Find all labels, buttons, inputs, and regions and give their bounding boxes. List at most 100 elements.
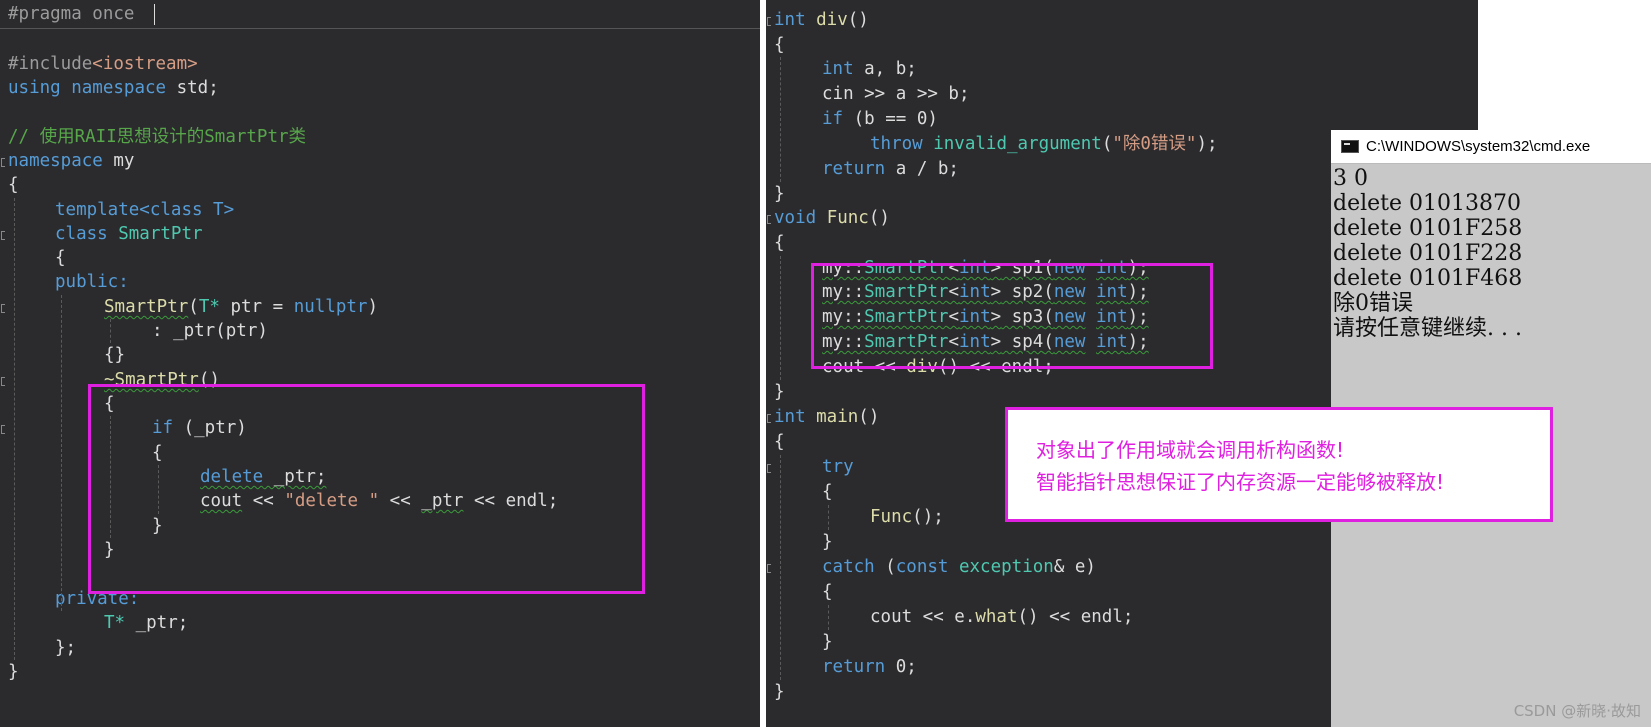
return-keyword: return [822, 159, 886, 179]
indent-guide [828, 505, 829, 530]
code-line-public[interactable]: public: [55, 270, 129, 295]
left-editor-pane[interactable]: #pragma once #include<iostream> using na… [0, 0, 760, 727]
indent-guide [14, 198, 15, 660]
namespace-keyword: namespace [71, 78, 167, 98]
paren: ); [1196, 134, 1218, 154]
cout-text: cout << e. [870, 607, 976, 627]
code-line[interactable]: } [822, 630, 833, 655]
brace: } [774, 382, 785, 402]
code-line[interactable]: } [774, 182, 785, 207]
code-line[interactable]: } [822, 530, 833, 555]
fold-marker[interactable] [1, 158, 5, 167]
fold-marker[interactable] [1, 231, 5, 240]
cout-tail: () << endl; [1017, 607, 1134, 627]
template-args: <class T> [139, 200, 235, 220]
console-icon [1341, 140, 1359, 153]
namespace-keyword: namespace [8, 151, 103, 171]
parens: () [858, 407, 880, 427]
brace: { [822, 582, 833, 602]
member-type: T* [104, 613, 126, 633]
paren: ( [1101, 134, 1113, 154]
code-line[interactable]: } [774, 680, 785, 705]
parens: () [847, 10, 869, 30]
annotation-box: 对象出了作用域就会调用析构函数! 智能指针思想保证了内存资源一定能够被释放! [1005, 407, 1553, 522]
try-keyword: try [822, 457, 854, 477]
init-list: : _ptr(ptr) [152, 321, 268, 341]
console-line: delete 0101F258 [1333, 216, 1523, 241]
code-line-template[interactable]: template<class T> [55, 198, 234, 223]
pragma-text: #pragma once [8, 4, 135, 24]
catch-rest: & e) [1053, 557, 1096, 577]
member-name: _ptr; [125, 613, 189, 633]
int-keyword: int [774, 10, 806, 30]
code-line-throw[interactable]: throw invalid_argument("除0错误"); [870, 132, 1218, 157]
namespace-name: my [102, 151, 135, 171]
return-value: 0; [885, 657, 917, 677]
console-title-bar[interactable]: C:\WINDOWS\system32\cmd.exe [1331, 130, 1651, 164]
fold-marker[interactable] [767, 215, 771, 224]
code-line-func-call[interactable]: Func(); [870, 505, 944, 530]
fold-marker[interactable] [767, 414, 771, 423]
empty-body: {} [104, 345, 126, 365]
fold-marker[interactable] [767, 564, 771, 573]
indent-guide [828, 605, 829, 630]
code-line-member[interactable]: T* _ptr; [104, 611, 188, 636]
code-line[interactable]: { [774, 430, 785, 455]
fold-marker[interactable] [767, 17, 771, 26]
return-keyword: return [822, 657, 886, 677]
code-line-cin[interactable]: cin >> a >> b; [822, 82, 970, 107]
brace: } [822, 632, 833, 652]
code-line-include[interactable]: #include<iostream> [8, 52, 198, 77]
paren: ( [188, 297, 199, 317]
code-line[interactable]: { [8, 173, 19, 198]
code-line[interactable]: } [774, 380, 785, 405]
code-line-return-main[interactable]: return 0; [822, 655, 917, 680]
code-line-return[interactable]: return a / b; [822, 157, 959, 182]
template-keyword: template [55, 200, 140, 220]
param-type: T* [198, 297, 220, 317]
code-line[interactable]: } [8, 660, 19, 685]
code-line-ctor[interactable]: SmartPtr(T* ptr = nullptr) [104, 295, 378, 320]
code-line-decl-ab[interactable]: int a, b; [822, 57, 917, 82]
code-line-main-decl[interactable]: int main() [774, 405, 879, 430]
code-line[interactable]: { [774, 231, 785, 256]
code-line-class[interactable]: class SmartPtr [55, 222, 203, 247]
fold-marker[interactable] [1, 425, 5, 434]
paren: ( [874, 557, 896, 577]
code-line-catch[interactable]: catch (const exception& e) [822, 555, 1096, 580]
fold-marker[interactable] [767, 464, 771, 473]
if-condition: (b == 0) [843, 109, 938, 129]
smartptr-highlight-box [811, 263, 1213, 369]
code-comment: // 使用RAII思想设计的SmartPtr类 [8, 127, 307, 147]
destructor-highlight-box [88, 384, 645, 594]
console-line: 除0错误 [1333, 291, 1413, 316]
code-line-namespace[interactable]: namespace my [8, 149, 134, 174]
if-keyword: if [822, 109, 844, 129]
brace: } [774, 184, 785, 204]
paren: ) [367, 297, 378, 317]
code-line[interactable]: { [822, 580, 833, 605]
code-line[interactable]: {} [104, 343, 125, 368]
code-line-try[interactable]: try [822, 455, 854, 480]
code-line[interactable]: { [55, 246, 66, 271]
code-line-pragma[interactable]: #pragma once [8, 2, 134, 27]
brace: { [774, 233, 785, 253]
return-expr: a / b; [885, 159, 959, 179]
code-line-div-decl[interactable]: int div() [774, 8, 869, 33]
exception-message: "除0错误" [1112, 134, 1197, 154]
code-line-cout-what[interactable]: cout << e.what() << endl; [870, 605, 1133, 630]
func-call: Func [870, 507, 913, 527]
code-line[interactable]: { [774, 33, 785, 58]
code-line-func-decl[interactable]: void Func() [774, 206, 890, 231]
code-line-comment[interactable]: // 使用RAII思想设计的SmartPtr类 [8, 125, 306, 150]
int-keyword: int [774, 407, 806, 427]
code-line[interactable]: { [822, 480, 833, 505]
code-line-if[interactable]: if (b == 0) [822, 107, 938, 132]
fold-marker[interactable] [1, 304, 5, 313]
code-line[interactable]: }; [55, 636, 76, 661]
current-line[interactable]: #pragma once [0, 0, 760, 29]
code-line-init[interactable]: : _ptr(ptr) [152, 319, 268, 344]
ctor-name: SmartPtr [104, 297, 189, 317]
code-line-using[interactable]: using namespace std; [8, 76, 219, 101]
fold-marker[interactable] [1, 377, 5, 386]
